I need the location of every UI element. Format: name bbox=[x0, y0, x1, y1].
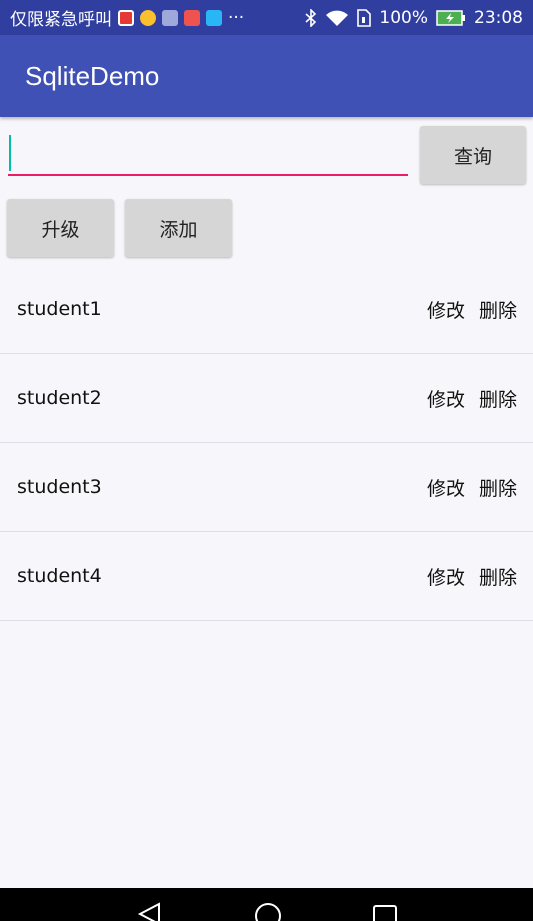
list-item[interactable]: student2 修改 删除 bbox=[0, 354, 533, 443]
list-item[interactable]: student4 修改 删除 bbox=[0, 532, 533, 621]
upgrade-button[interactable]: 升级 bbox=[7, 199, 114, 257]
query-button[interactable]: 查询 bbox=[420, 126, 526, 184]
edit-button[interactable]: 修改 bbox=[427, 563, 465, 590]
student-list: student1 修改 删除 student2 修改 删除 student3 修… bbox=[0, 265, 533, 621]
battery-charging-icon bbox=[436, 9, 465, 26]
more-notifications-icon: ··· bbox=[228, 7, 245, 28]
student-name: student3 bbox=[17, 476, 102, 498]
app-notification-icon bbox=[118, 9, 134, 26]
search-input[interactable] bbox=[8, 128, 408, 176]
list-item[interactable]: student1 修改 删除 bbox=[0, 265, 533, 354]
delete-button[interactable]: 删除 bbox=[479, 474, 517, 501]
edit-button[interactable]: 修改 bbox=[427, 385, 465, 412]
delete-button[interactable]: 删除 bbox=[479, 563, 517, 590]
add-button[interactable]: 添加 bbox=[125, 199, 232, 257]
sim-icon bbox=[357, 8, 372, 27]
student-name: student1 bbox=[17, 298, 102, 320]
mail-notification-icon bbox=[162, 9, 178, 26]
chrome-notification-icon bbox=[140, 9, 156, 26]
recents-icon[interactable] bbox=[372, 904, 398, 921]
app-bar: SqliteDemo bbox=[0, 35, 533, 117]
text-cursor bbox=[9, 135, 11, 171]
home-icon[interactable] bbox=[254, 902, 282, 921]
delete-button[interactable]: 删除 bbox=[479, 296, 517, 323]
back-icon[interactable] bbox=[137, 902, 161, 921]
photo-notification-icon bbox=[184, 9, 200, 26]
battery-percent: 100% bbox=[379, 7, 428, 28]
wifi-icon bbox=[326, 10, 349, 26]
carrier-text: 仅限紧急呼叫 bbox=[10, 10, 112, 30]
list-item[interactable]: student3 修改 删除 bbox=[0, 443, 533, 532]
bluetooth-icon bbox=[305, 8, 317, 27]
message-notification-icon bbox=[206, 9, 222, 26]
student-name: student4 bbox=[17, 565, 102, 587]
navigation-bar bbox=[0, 888, 533, 921]
edit-button[interactable]: 修改 bbox=[427, 474, 465, 501]
app-title: SqliteDemo bbox=[25, 60, 160, 91]
edit-button[interactable]: 修改 bbox=[427, 296, 465, 323]
clock: 23:08 bbox=[474, 7, 523, 28]
delete-button[interactable]: 删除 bbox=[479, 385, 517, 412]
status-bar: 仅限紧急呼叫 ··· 100% 23:08 bbox=[0, 0, 533, 35]
student-name: student2 bbox=[17, 387, 102, 409]
